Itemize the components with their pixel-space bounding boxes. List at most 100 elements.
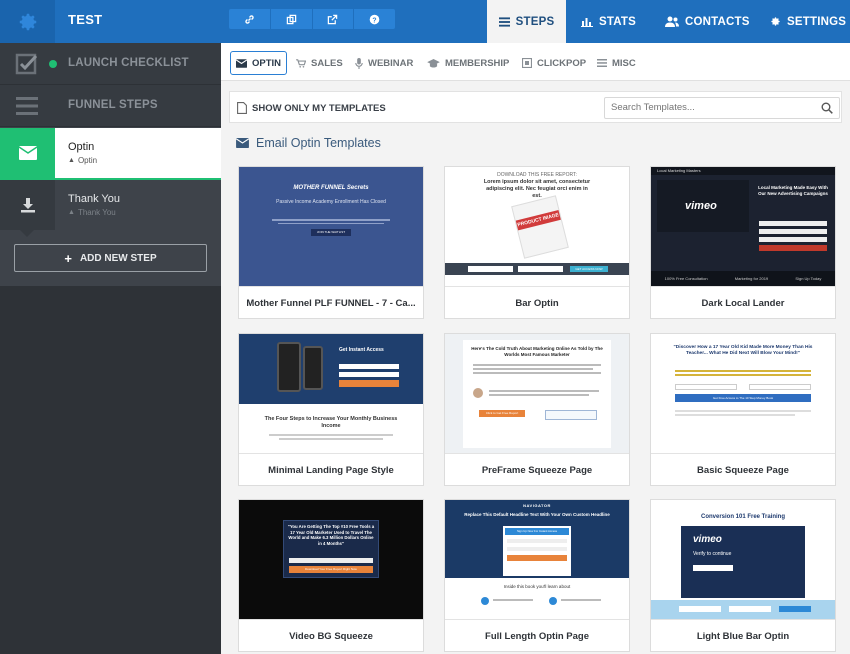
thumb-text-lines [264, 217, 398, 225]
funnel-name: TEST [68, 12, 103, 27]
template-thumbnail: Local Marketing Masters vimeo Local Mark… [651, 167, 835, 286]
thumb-heading: Verify to continue [693, 551, 732, 557]
template-card[interactable]: Local Marketing Masters vimeo Local Mark… [650, 166, 836, 319]
thumb-field [675, 384, 737, 390]
thumb-subheading: The Four Steps to Increase Your Monthly … [264, 416, 398, 430]
users-icon [665, 16, 679, 27]
tab-optin[interactable]: OPTIN [230, 51, 288, 75]
template-card[interactable]: DOWNLOAD THIS FREE REPORT: Lorem ipsum d… [444, 166, 630, 319]
graduation-cap-icon [427, 58, 440, 68]
template-card[interactable]: "Discover How a 17 Year Old Kid Made Mor… [650, 333, 836, 486]
thumb-text-line [675, 410, 811, 412]
thumb-text-line [279, 438, 383, 440]
download-icon [20, 198, 35, 213]
template-card[interactable]: Here's The Cold Truth About Marketing On… [444, 333, 630, 486]
template-filter-bar: SHOW ONLY MY TEMPLATES [229, 91, 842, 123]
thumb-heading: Local Marketing Made Easy With Our New A… [758, 185, 828, 196]
template-card[interactable]: MOTHER FUNNEL Secrets Passive Income Aca… [238, 166, 424, 319]
tab-settings[interactable]: SETTINGS [770, 0, 846, 43]
thumb-button: Get Free Access to The 10 Step Money Boo… [675, 394, 811, 402]
tab-misc[interactable]: MISC [592, 51, 641, 75]
tab-stats[interactable]: STATS [581, 0, 636, 43]
thumb-heading: Replace This Default Headline Text With … [464, 512, 610, 517]
template-card[interactable]: NAVIGATOR Replace This Default Headline … [444, 499, 630, 652]
thumb-form: Sign Up Now For Instant Access [503, 526, 571, 576]
template-thumbnail: "Discover How a 17 Year Old Kid Made Mor… [651, 334, 835, 453]
launch-checklist-item[interactable]: LAUNCH CHECKLIST [0, 43, 221, 85]
main-panel: OPTIN SALES WEBINAR MEMBERSHIP CLICKPOP … [221, 43, 850, 654]
step-title: Thank You [68, 193, 120, 205]
tab-label: CONTACTS [685, 15, 750, 28]
open-funnel-button[interactable] [313, 9, 355, 29]
thumb-footer-item: 100% Free Consultation [664, 276, 708, 281]
tab-webinar[interactable]: WEBINAR [350, 51, 418, 75]
menu-icon [16, 97, 38, 115]
document-icon[interactable] [237, 102, 247, 114]
tab-label: CLICKPOP [537, 57, 587, 69]
top-bar: TEST ? STEPS STATS CONTACTS SETTINGS [0, 0, 850, 43]
step-optin[interactable]: Optin ▲ Optin [0, 128, 221, 178]
thumb-book: PRODUCT IMAGE [511, 195, 569, 259]
thumb-text-line [493, 599, 533, 601]
template-thumbnail: DOWNLOAD THIS FREE REPORT: Lorem ipsum d… [445, 167, 629, 286]
thumb-text-line [473, 364, 601, 366]
template-card[interactable]: Conversion 101 Free Training vimeo Verif… [650, 499, 836, 652]
cart-icon [296, 58, 306, 68]
thumb-brand: vimeo [685, 200, 717, 212]
thumb-text-line [561, 599, 601, 601]
section-title-label: Email Optin Templates [256, 136, 381, 150]
thumb-field [679, 606, 721, 612]
thumb-video: vimeo Verify to continue [681, 526, 805, 598]
tab-label: WEBINAR [368, 57, 414, 69]
bar-chart-icon [581, 18, 593, 27]
template-name: Mother Funnel PLF FUNNEL - 7 - Ca... [239, 286, 423, 319]
step-title: Optin [68, 141, 95, 153]
template-thumbnail: Conversion 101 Free Training vimeo Verif… [651, 500, 835, 619]
search-icon[interactable] [821, 102, 833, 114]
checklist-icon [15, 53, 38, 75]
tab-label: STEPS [515, 15, 555, 28]
thumb-text-line [489, 390, 599, 392]
tab-label: OPTIN [252, 57, 282, 69]
thumb-field [518, 266, 563, 272]
step-icon [0, 128, 55, 178]
warning-icon: ▲ [68, 157, 75, 164]
thumb-title: Local Marketing Masters [657, 168, 701, 173]
clone-funnel-button[interactable] [271, 9, 313, 29]
funnel-steps-label: FUNNEL STEPS [68, 99, 158, 111]
help-button[interactable]: ? [354, 9, 395, 29]
show-only-my-templates-toggle[interactable]: SHOW ONLY MY TEMPLATES [252, 103, 386, 114]
template-name: Dark Local Lander [651, 286, 835, 319]
funnel-settings-button[interactable] [0, 0, 55, 43]
tab-clickpop[interactable]: CLICKPOP [517, 51, 591, 75]
template-name: Video BG Squeeze [239, 619, 423, 652]
tab-membership[interactable]: MEMBERSHIP [422, 51, 514, 75]
add-new-step-button[interactable]: + ADD NEW STEP [14, 244, 207, 272]
thumb-title: Conversion 101 Free Training [700, 514, 786, 520]
thumb-text-line [473, 372, 601, 374]
help-icon: ? [369, 14, 380, 24]
template-thumbnail: MOTHER FUNNEL Secrets Passive Income Aca… [239, 167, 423, 286]
thumb-brand: vimeo [693, 534, 722, 545]
svg-text:?: ? [373, 17, 377, 24]
step-thank-you[interactable]: Thank You ▲ Thank You [0, 180, 221, 230]
tab-contacts[interactable]: CONTACTS [665, 0, 750, 43]
search-input[interactable] [611, 102, 811, 113]
thumb-phone [303, 346, 323, 390]
copy-link-button[interactable] [229, 9, 271, 29]
tab-label: SALES [311, 57, 343, 69]
thumb-subheading: Inside this book you'll learn about [503, 584, 571, 589]
tab-sales[interactable]: SALES [291, 51, 348, 75]
template-card[interactable]: Get Instant Access The Four Steps to Inc… [238, 333, 424, 486]
thumb-heading: "You Are Getting The Top #10 Free Tools … [287, 524, 375, 546]
template-name: Light Blue Bar Optin [651, 619, 835, 652]
thumb-text-line [473, 368, 593, 370]
thumb-heading: "Discover How a 17 Year Old Kid Made Mor… [673, 345, 813, 357]
thumb-hero [239, 334, 423, 404]
sidebar-empty-area [0, 286, 221, 654]
thumb-bullet-icon [481, 597, 489, 605]
thumb-bullet-icon [549, 597, 557, 605]
template-card[interactable]: "You Are Getting The Top #10 Free Tools … [238, 499, 424, 652]
tab-label: SETTINGS [787, 15, 847, 28]
tab-steps[interactable]: STEPS [487, 0, 566, 43]
